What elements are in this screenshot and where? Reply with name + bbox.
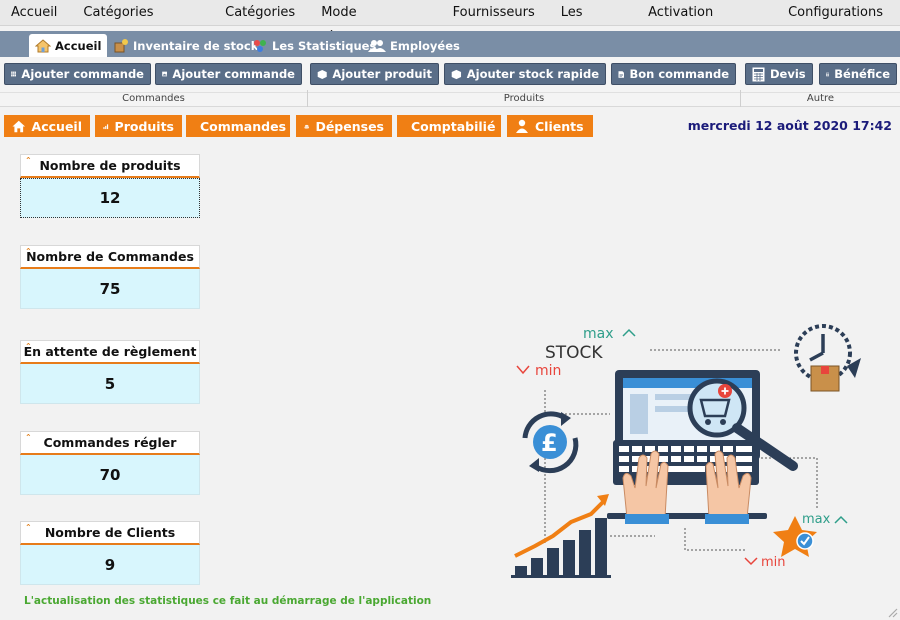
button-label: Bon commande xyxy=(629,67,729,81)
menu-item-mode-reglement[interactable]: Mode réglement xyxy=(312,0,435,45)
ribbon-group-produits: Produits xyxy=(308,92,740,106)
collapse-icon[interactable]: ⌃ xyxy=(25,433,32,442)
nav-label: Produits xyxy=(114,118,174,134)
nav-clients-button[interactable]: Clients xyxy=(507,115,593,137)
stat-card-clients: ⌃ Nombre de Clients 9 xyxy=(20,521,200,585)
nav-comptabilite-button[interactable]: 100% Comptabilié xyxy=(397,115,501,137)
nav-label: Dépenses xyxy=(315,118,384,134)
devis-button[interactable]: Devis xyxy=(745,63,813,85)
stat-value: 75 xyxy=(20,269,200,309)
collapse-icon[interactable]: ⌃ xyxy=(25,156,32,165)
stat-value: 12 xyxy=(20,178,200,218)
statistics-refresh-note: L'actualisation des statistiques ce fait… xyxy=(24,595,432,607)
ribbon-group-autre: Autre xyxy=(741,92,900,106)
button-label: Bénéfice xyxy=(834,67,890,81)
stat-card-produits: ⌃ Nombre de produits 12 xyxy=(20,154,200,218)
button-label: Ajouter produit xyxy=(332,67,432,81)
ajouter-commande-button[interactable]: Ajouter commande xyxy=(4,63,151,85)
stat-card-header: ⌃ Nombre de produits xyxy=(20,154,200,178)
menu-item-categories-parent[interactable]: Catégories parent xyxy=(74,0,208,45)
menu-item-configurations[interactable]: Configurations xyxy=(779,0,892,26)
nav-produits-button[interactable]: Produits xyxy=(95,115,182,137)
min-label-2: min xyxy=(761,555,786,570)
box-icon xyxy=(451,69,462,79)
resize-grip-icon[interactable] xyxy=(886,606,898,618)
button-label: Ajouter commande xyxy=(172,67,295,81)
tab-label: Inventaire de stock xyxy=(133,38,259,53)
stat-label: En attente de règlement xyxy=(23,344,197,359)
stat-label: Nombre de Clients xyxy=(44,525,176,540)
ajouter-produit-button[interactable]: Ajouter produit xyxy=(310,63,439,85)
tab-accueil[interactable]: Accueil xyxy=(29,34,108,57)
chart-icon xyxy=(103,123,109,129)
stat-card-commandes-regler: ⌃ Commandes régler 70 xyxy=(20,431,200,495)
ajouter-stock-rapide-button[interactable]: Ajouter stock rapide xyxy=(444,63,606,85)
nav-label: Accueil xyxy=(31,118,82,134)
nav-label: Comptabilié xyxy=(411,118,496,134)
stat-label: Nombre de produits xyxy=(39,158,181,173)
nav-depenses-button[interactable]: Dépenses xyxy=(296,115,392,137)
menu-bar: Accueil Catégories parent Catégories Mod… xyxy=(0,0,900,45)
stat-card-header: ⌃ Nombre de Commandes xyxy=(20,245,200,269)
tab-label: Employées xyxy=(390,38,460,53)
stat-card-header: ⌃ Commandes régler xyxy=(20,431,200,455)
menu-item-fournisseurs[interactable]: Fournisseurs xyxy=(444,0,544,26)
benefice-button[interactable]: Bénéfice xyxy=(819,63,897,85)
collapse-icon[interactable]: ⌃ xyxy=(25,523,32,532)
tab-label: Les Statistiques xyxy=(272,38,377,53)
tab-strip: Accueil Inventaire de stock Les Statisti… xyxy=(0,31,900,57)
collapse-icon[interactable]: ⌃ xyxy=(25,342,32,351)
ajouter-commande-image-button[interactable]: Ajouter commande xyxy=(155,63,302,85)
stat-value: 70 xyxy=(20,455,200,495)
tab-inventaire-de-stock[interactable]: Inventaire de stock xyxy=(107,34,264,57)
menu-item-categories[interactable]: Catégories xyxy=(216,0,304,26)
stat-card-header: ⌃ Nombre de Clients xyxy=(20,521,200,545)
tab-label: Accueil xyxy=(55,38,102,53)
menu-item-accueil[interactable]: Accueil xyxy=(2,0,66,26)
box-icon xyxy=(317,69,327,79)
calculator-icon xyxy=(752,67,765,81)
calculator-icon xyxy=(826,72,830,76)
ribbon-group-commandes: Commandes xyxy=(0,92,307,106)
stock-label: STOCK xyxy=(545,343,603,363)
tab-employees[interactable]: Employées xyxy=(362,34,466,57)
min-label: min xyxy=(535,363,561,379)
coins-icon xyxy=(304,124,310,129)
grid-icon xyxy=(11,71,17,77)
stat-value: 5 xyxy=(20,364,200,404)
nav-label: Commandes xyxy=(200,118,287,134)
current-datetime: mercredi 12 août 2020 17:42 xyxy=(687,118,892,133)
stat-label: Commandes régler xyxy=(43,435,177,450)
stat-card-en-attente: ⌃ En attente de règlement 5 xyxy=(20,340,200,404)
nav-label: Clients xyxy=(535,118,584,134)
max-label: max xyxy=(583,326,614,342)
employees-icon xyxy=(368,39,386,52)
user-icon xyxy=(516,119,528,133)
max-label-2: max xyxy=(802,512,831,527)
inventory-illustration: max STOCK min £ max min xyxy=(511,324,861,578)
image-icon xyxy=(162,71,168,77)
home-icon xyxy=(12,120,26,132)
document-icon xyxy=(618,70,624,78)
inventory-icon xyxy=(114,39,128,53)
button-label: Ajouter stock rapide xyxy=(466,67,599,81)
ribbon: Ajouter commande Ajouter commande Ajoute… xyxy=(0,57,900,107)
nav-accueil-button[interactable]: Accueil xyxy=(4,115,90,137)
bon-commande-button[interactable]: Bon commande xyxy=(611,63,736,85)
stat-card-commandes: ⌃ Nombre de Commandes 75 xyxy=(20,245,200,309)
stat-label: Nombre de Commandes xyxy=(26,249,194,264)
menu-item-les-notes[interactable]: Les notes xyxy=(552,0,631,45)
pound-symbol: £ xyxy=(541,429,558,457)
stat-value: 9 xyxy=(20,545,200,585)
home-icon xyxy=(35,38,51,52)
nav-commandes-button[interactable]: Commandes xyxy=(186,115,290,137)
collapse-icon[interactable]: ⌃ xyxy=(25,247,32,256)
button-label: Ajouter commande xyxy=(21,67,144,81)
stat-card-header: ⌃ En attente de règlement xyxy=(20,340,200,364)
button-label: Devis xyxy=(770,67,806,81)
statistics-icon xyxy=(254,39,266,52)
menu-item-activation-logiciel[interactable]: Activation logiciel xyxy=(639,0,771,45)
